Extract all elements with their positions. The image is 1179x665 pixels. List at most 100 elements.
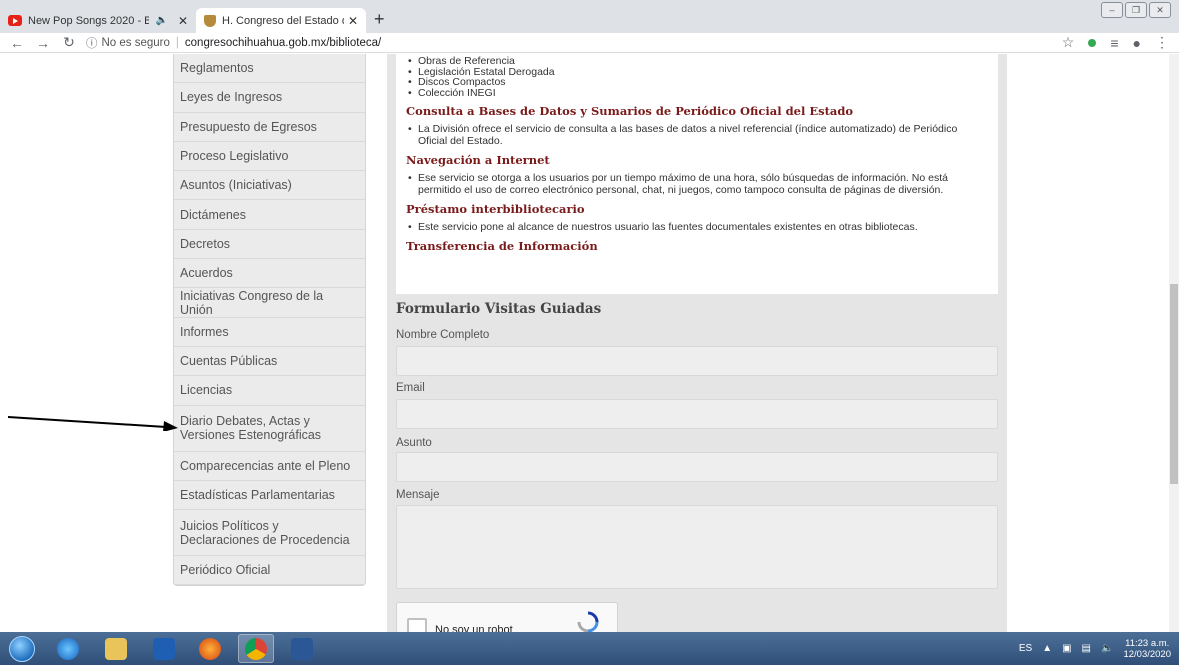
folder-icon [105,637,127,660]
close-icon[interactable]: ✕ [178,14,188,28]
collection-list: Obras de Referencia Legislación Estatal … [406,56,988,98]
sidebar-item-periodico-oficial[interactable]: Periódico Oficial [174,556,365,586]
youtube-icon [8,15,22,26]
tab-title: New Pop Songs 2020 - Billbo [28,14,150,27]
page-scrollbar[interactable] [1169,54,1179,632]
speaker-icon[interactable]: 🔈 [155,15,167,26]
security-label: No es seguro [101,36,170,49]
new-tab-button[interactable]: + [374,9,385,30]
section-heading: Navegación a Internet [406,153,550,167]
recaptcha-label: No soy un robot [435,624,513,632]
address-bar[interactable]: ⓘ No es seguro | congresochihuahua.gob.m… [86,35,381,51]
section-list: La División ofrece el servicio de consul… [406,123,988,147]
recaptcha-checkbox[interactable] [407,618,427,632]
sidebar-item-cuentas-publicas[interactable]: Cuentas Públicas [174,347,365,377]
web-page: Reglamentos Leyes de Ingresos Presupuest… [0,54,1179,632]
display-icon[interactable]: ▤ [1082,643,1091,654]
sidebar-item-diario-debates[interactable]: Diario Debates, Actas y Versiones Esteno… [174,406,365,452]
recaptcha-icon [577,611,599,632]
library-services-panel: Obras de Referencia Legislación Estatal … [396,54,998,294]
back-icon[interactable]: ← [8,35,26,51]
more-menu-icon[interactable]: ⋮ [1155,34,1169,51]
list-item: La División ofrece el servicio de consul… [406,123,988,147]
scrollbar-thumb[interactable] [1170,284,1178,484]
forward-icon[interactable]: → [34,35,52,51]
minimize-button[interactable]: – [1101,2,1123,18]
system-tray: ES ▲ ▣ ▤ 🔈 11:23 a.m. 12/03/2020 [1019,632,1171,665]
list-item: Discos Compactos [406,77,988,88]
sidebar-item-informes[interactable]: Informes [174,318,365,347]
extension-icon[interactable] [1088,38,1097,47]
network-icon[interactable]: ▣ [1062,643,1071,654]
section-list: Ese servicio se otorga a los usuarios po… [406,172,988,196]
subject-input[interactable] [396,452,998,482]
taskbar-word[interactable] [284,634,320,663]
email-label: Email [396,382,425,394]
firefox-icon [199,637,221,660]
sidebar-item-estadisticas[interactable]: Estadísticas Parlamentarias [174,481,365,511]
message-textarea[interactable] [396,505,998,589]
browser-tab-strip: New Pop Songs 2020 - Billbo 🔈 ✕ H. Congr… [0,0,1179,33]
sidebar-item-proceso-legislativo[interactable]: Proceso Legislativo [174,142,365,172]
sidebar-item-juicios-politicos[interactable]: Juicios Políticos y Declaraciones de Pro… [174,510,365,557]
toolbar-actions: ☆ ≡ ● ⋮ [1062,34,1169,51]
profile-icon[interactable]: ● [1133,35,1141,51]
section-heading: Consulta a Bases de Datos y Sumarios de … [406,104,854,118]
windows-start-icon [9,635,35,662]
window-controls: – ❐ ✕ [1101,2,1171,18]
sidebar-item-reglamentos[interactable]: Reglamentos [174,54,365,84]
close-window-button[interactable]: ✕ [1149,2,1171,18]
list-item: Este servicio pone al alcance de nuestro… [406,221,988,233]
sidebar-item-iniciativas-union[interactable]: Iniciativas Congreso de la Unión [174,288,365,318]
chrome-icon [245,637,267,660]
section-heading: Préstamo interbibliotecario [406,202,585,216]
section-heading: Transferencia de Información [406,239,598,253]
menu-list-icon[interactable]: ≡ [1110,35,1118,51]
taskbar-chrome[interactable] [238,634,274,663]
sidebar-item-licencias[interactable]: Licencias [174,376,365,406]
message-label: Mensaje [396,489,440,501]
windows-taskbar: ES ▲ ▣ ▤ 🔈 11:23 a.m. 12/03/2020 [0,632,1179,665]
congreso-crest-icon [204,14,216,27]
list-item: Obras de Referencia [406,56,988,67]
sidebar-item-dictamenes[interactable]: Dictámenes [174,200,365,230]
restore-button[interactable]: ❐ [1125,2,1147,18]
tab-title: H. Congreso del Estado de Chihu [222,14,344,27]
url-text[interactable]: congresochihuahua.gob.mx/biblioteca/ [185,37,381,49]
tab-youtube[interactable]: New Pop Songs 2020 - Billbo 🔈 ✕ [0,8,196,33]
volume-icon[interactable]: 🔈 [1101,643,1113,654]
subject-label: Asunto [396,437,432,449]
reload-icon[interactable]: ↻ [60,34,78,51]
name-label: Nombre Completo [396,329,490,341]
clock-time: 11:23 a.m. [1125,637,1170,649]
taskbar-ie[interactable] [50,634,86,663]
close-icon[interactable]: ✕ [348,14,358,28]
taskbar-explorer[interactable] [98,634,134,663]
language-indicator[interactable]: ES [1019,643,1032,654]
sidebar-menu: Reglamentos Leyes de Ingresos Presupuest… [173,54,366,586]
email-input[interactable] [396,399,998,429]
address-separator: | [175,36,179,49]
star-icon[interactable]: ☆ [1062,34,1075,51]
sidebar-item-acuerdos[interactable]: Acuerdos [174,259,365,289]
sidebar-item-asuntos[interactable]: Asuntos (Iniciativas) [174,171,365,201]
start-button[interactable] [4,634,40,663]
sidebar-item-decretos[interactable]: Decretos [174,230,365,260]
word-icon [291,637,313,660]
list-item: Colección INEGI [406,87,988,99]
sidebar-item-presupuesto[interactable]: Presupuesto de Egresos [174,113,365,142]
clock[interactable]: 11:23 a.m. 12/03/2020 [1123,638,1171,660]
sidebar-item-comparecencias[interactable]: Comparecencias ante el Pleno [174,452,365,481]
tab-congreso[interactable]: H. Congreso del Estado de Chihu ✕ [196,8,366,33]
form-title: Formulario Visitas Guiadas [396,301,602,317]
taskbar-firefox[interactable] [192,634,228,663]
taskbar-outlook[interactable] [146,634,182,663]
info-icon[interactable]: ⓘ [86,35,98,51]
clock-date: 12/03/2020 [1123,648,1171,660]
name-input[interactable] [396,346,998,376]
internet-explorer-icon [57,637,79,660]
annotation-arrow [8,416,178,431]
main-content: Obras de Referencia Legislación Estatal … [387,54,1007,632]
tray-expand-icon[interactable]: ▲ [1042,643,1052,654]
sidebar-item-leyes-ingresos[interactable]: Leyes de Ingresos [174,83,365,113]
